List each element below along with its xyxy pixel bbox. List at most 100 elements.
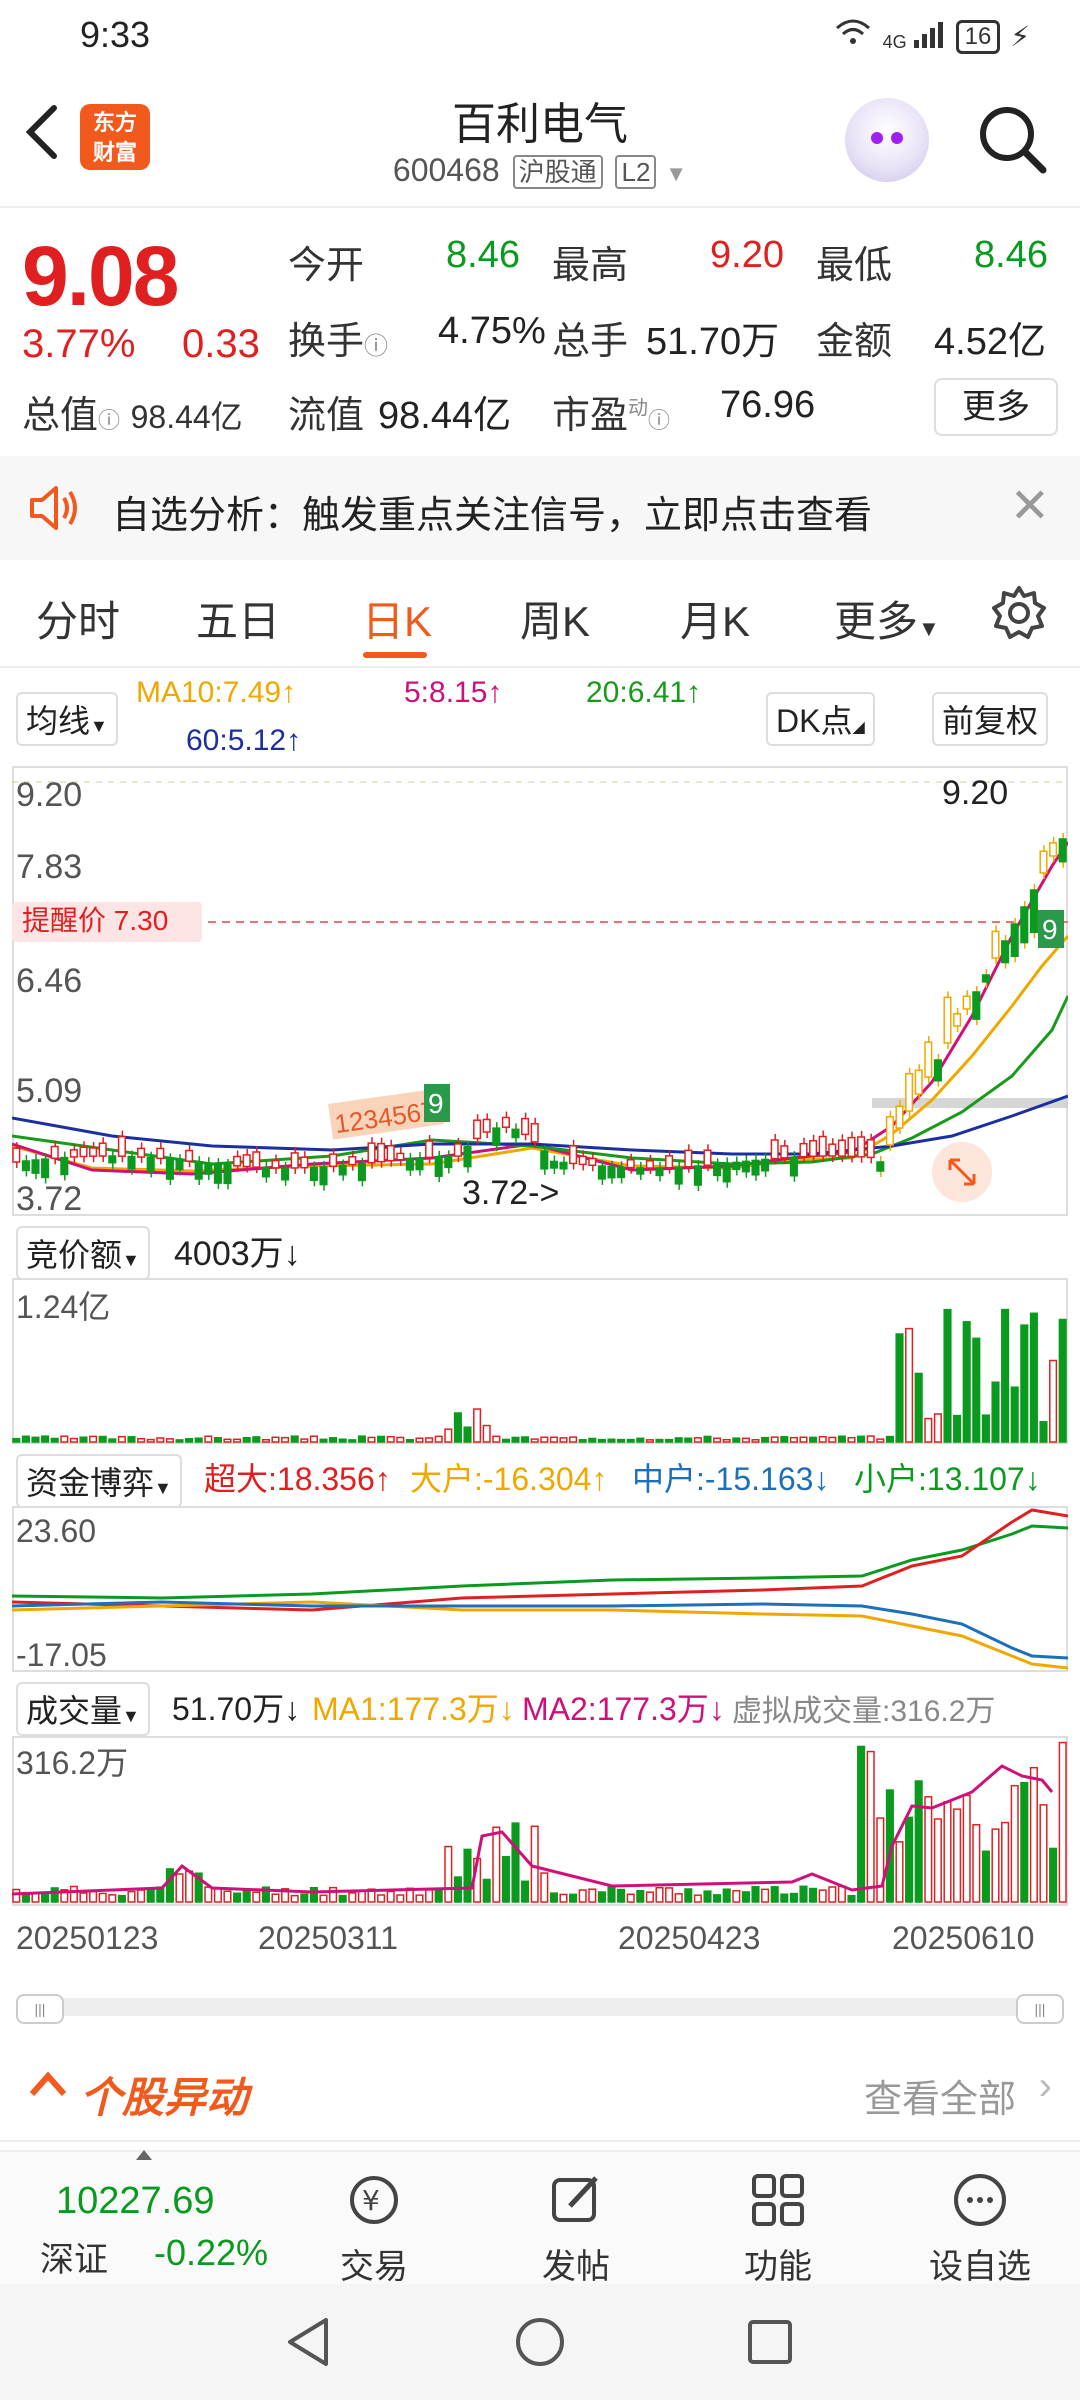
volume-bar	[549, 1892, 558, 1903]
stock-movement-section[interactable]: 个股异动 查看全部 ›	[0, 2040, 1080, 2142]
analysis-alert-bar[interactable]: 自选分析：触发重点关注信号，立即点击查看 ✕	[0, 456, 1080, 560]
auction-bar	[89, 1435, 98, 1443]
dk-point-button[interactable]: DK点◢	[766, 692, 875, 746]
more-quote-button[interactable]: 更多	[934, 378, 1058, 436]
auction-bar	[972, 1337, 981, 1443]
nav-trade[interactable]: ¥ 交易	[294, 2172, 454, 2288]
close-icon[interactable]: ✕	[1010, 478, 1050, 534]
nav-functions[interactable]: 功能	[698, 2172, 858, 2288]
candle	[876, 1161, 885, 1172]
volume-bar	[31, 1892, 40, 1903]
auction-bar	[521, 1436, 530, 1443]
auction-bar	[21, 1435, 30, 1443]
pe-label[interactable]: 市盈动ⓘ	[552, 384, 670, 439]
super-large-legend: 超大:18.356↑	[204, 1461, 391, 1497]
triangle-up-icon	[136, 2150, 152, 2160]
fund-selector[interactable]: 资金博弈▼	[16, 1454, 182, 1508]
settings-button[interactable]	[990, 584, 1048, 647]
auction-bar	[242, 1436, 251, 1443]
view-all-link[interactable]: 查看全部	[864, 2068, 1016, 2123]
auction-bar	[31, 1436, 40, 1443]
auction-bar	[348, 1439, 357, 1443]
auction-bar	[847, 1436, 856, 1443]
candle	[684, 1149, 693, 1168]
adjust-price-button[interactable]: 前复权	[932, 692, 1049, 746]
ma-selector[interactable]: 均线▼	[16, 692, 118, 746]
auction-bar	[1001, 1308, 1010, 1443]
tab-intraday[interactable]: 分时	[36, 588, 120, 649]
volume-bar	[309, 1886, 318, 1903]
volume-bar	[290, 1894, 299, 1903]
market-cap-row[interactable]: 总值ⓘ 98.44亿	[22, 384, 243, 439]
nav-post[interactable]: 发帖	[496, 2172, 656, 2288]
auction-selector[interactable]: 竞价额▼	[16, 1226, 150, 1280]
kline-chart[interactable]: 提醒价 7.30 9.20 7.83 6.46 5.09 3.72 9.20 3…	[12, 766, 1068, 1216]
robot-assistant-avatar[interactable]	[845, 98, 929, 182]
candle	[530, 1122, 539, 1143]
volume-bar	[684, 1888, 693, 1903]
auction-bar	[837, 1435, 846, 1443]
volume-bar	[79, 1892, 88, 1903]
candle	[405, 1158, 414, 1171]
nav-add-watchlist[interactable]: 设自选	[900, 2172, 1060, 2288]
candle	[482, 1118, 491, 1133]
candle	[1039, 850, 1048, 874]
fund-chart[interactable]: 23.60 -17.05	[12, 1506, 1068, 1672]
volume-bar	[463, 1848, 472, 1903]
tab-more[interactable]: 更多▼	[834, 588, 940, 649]
candle	[233, 1155, 242, 1167]
volume-bar	[933, 1818, 942, 1903]
recents-nav-icon[interactable]	[742, 2314, 798, 2370]
volume-chart[interactable]: 316.2万	[12, 1736, 1068, 1906]
candle	[933, 1059, 942, 1082]
range-scrollbar[interactable]: ||| |||	[16, 1994, 1064, 2024]
candle	[415, 1157, 424, 1171]
range-right-handle[interactable]: |||	[1016, 1994, 1064, 2024]
auction-bar	[300, 1438, 309, 1443]
volume-ma1: MA1:177.3万↓	[312, 1691, 515, 1727]
candle	[242, 1154, 251, 1168]
reminder-price-label[interactable]: 提醒价 7.30	[22, 905, 168, 936]
auction-bar	[1029, 1312, 1038, 1443]
tab-daily-k[interactable]: 日K	[362, 588, 432, 649]
volume-bar	[329, 1886, 338, 1903]
auction-bar	[146, 1438, 155, 1443]
volume-bar	[645, 1891, 654, 1903]
auction-bar	[713, 1437, 722, 1443]
candle	[98, 1142, 107, 1157]
nav-functions-label: 功能	[744, 2248, 812, 2286]
index-value[interactable]: 10227.69	[56, 2180, 215, 2223]
auction-bar	[924, 1417, 933, 1443]
volume-bar	[597, 1891, 606, 1903]
auction-chart[interactable]: 1.24亿	[12, 1278, 1068, 1444]
candle	[31, 1159, 40, 1174]
change-amount: 0.33	[182, 322, 260, 366]
candle	[847, 1136, 856, 1158]
auction-bar	[1058, 1318, 1067, 1443]
candle	[857, 1136, 866, 1158]
ma60-legend: 60:5.12↑	[186, 724, 302, 757]
tab-five-day[interactable]: 五日	[196, 588, 280, 649]
back-nav-icon[interactable]	[282, 2314, 338, 2370]
tab-monthly-k[interactable]: 月K	[680, 588, 750, 649]
candle	[348, 1156, 357, 1166]
turnover-label[interactable]: 换手ⓘ	[288, 310, 388, 365]
auction-bar	[425, 1437, 434, 1443]
auction-bar	[290, 1435, 299, 1443]
search-button[interactable]	[975, 102, 1049, 176]
auction-bar	[636, 1437, 645, 1443]
range-left-handle[interactable]: |||	[16, 1994, 64, 2024]
high-marker: 9.20	[942, 774, 1008, 812]
volume-bar	[386, 1890, 395, 1903]
home-nav-icon[interactable]	[512, 2314, 568, 2370]
candle	[588, 1157, 597, 1167]
tab-weekly-k[interactable]: 周K	[520, 588, 590, 649]
speaker-icon	[26, 482, 82, 539]
volume-selector[interactable]: 成交量▼	[16, 1682, 150, 1736]
date-label: 20250123	[16, 1920, 159, 1956]
market-cap-label: 总值	[22, 395, 99, 437]
candle	[626, 1159, 635, 1169]
auction-bar	[684, 1437, 693, 1443]
y-axis-label: 7.83	[16, 848, 82, 886]
volume-value: 51.70万↓	[172, 1691, 301, 1727]
